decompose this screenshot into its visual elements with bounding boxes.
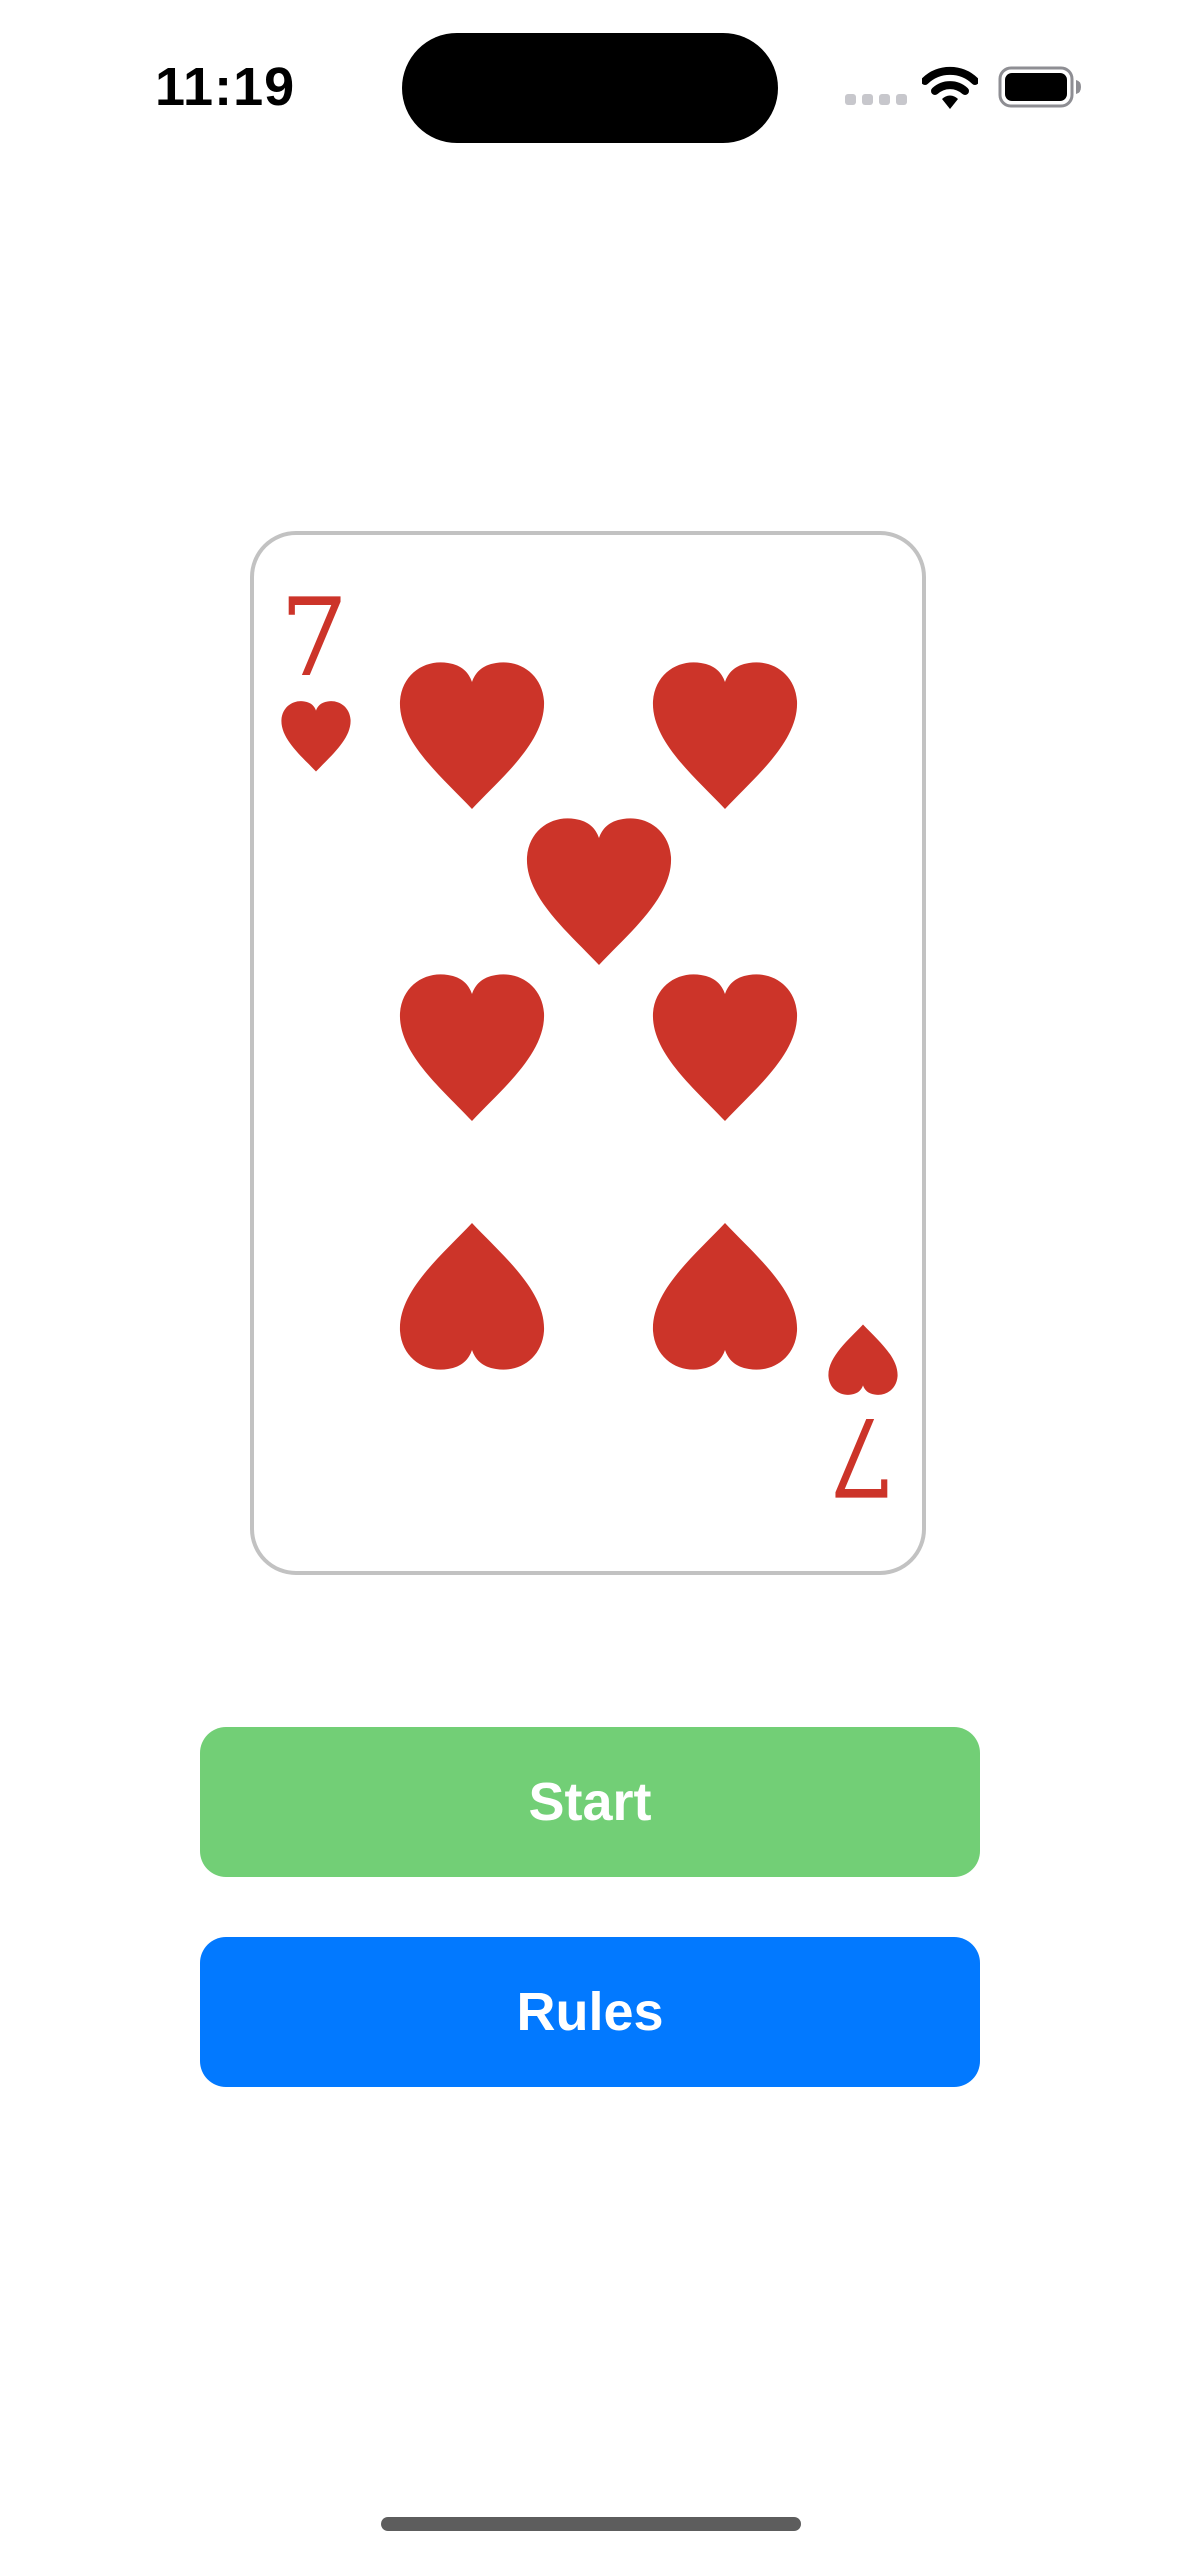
heart-pip — [652, 662, 798, 809]
battery-icon — [998, 66, 1081, 108]
heart-icon — [281, 701, 351, 772]
card-rank-bottom: 7 — [828, 1393, 897, 1518]
start-button[interactable]: Start — [200, 1727, 980, 1877]
heart-pip — [399, 1223, 545, 1370]
heart-pip — [652, 1223, 798, 1370]
heart-pip — [399, 974, 545, 1121]
status-time: 11:19 — [155, 57, 296, 117]
start-button-label: Start — [528, 1772, 652, 1832]
cellular-signal-icon — [845, 94, 907, 105]
dynamic-island — [402, 33, 778, 143]
rules-button-label: Rules — [516, 1982, 664, 2042]
home-indicator[interactable] — [381, 2517, 801, 2531]
heart-pip — [399, 662, 545, 809]
playing-card: 7 7 — [250, 531, 926, 1575]
heart-pip — [526, 818, 672, 965]
home-screen: 11:19 7 7 Start Rules — [0, 0, 1179, 2556]
wifi-icon — [922, 66, 978, 109]
rules-button[interactable]: Rules — [200, 1937, 980, 2087]
heart-icon — [828, 1324, 898, 1395]
heart-pip — [652, 974, 798, 1121]
card-rank-top: 7 — [280, 576, 349, 701]
